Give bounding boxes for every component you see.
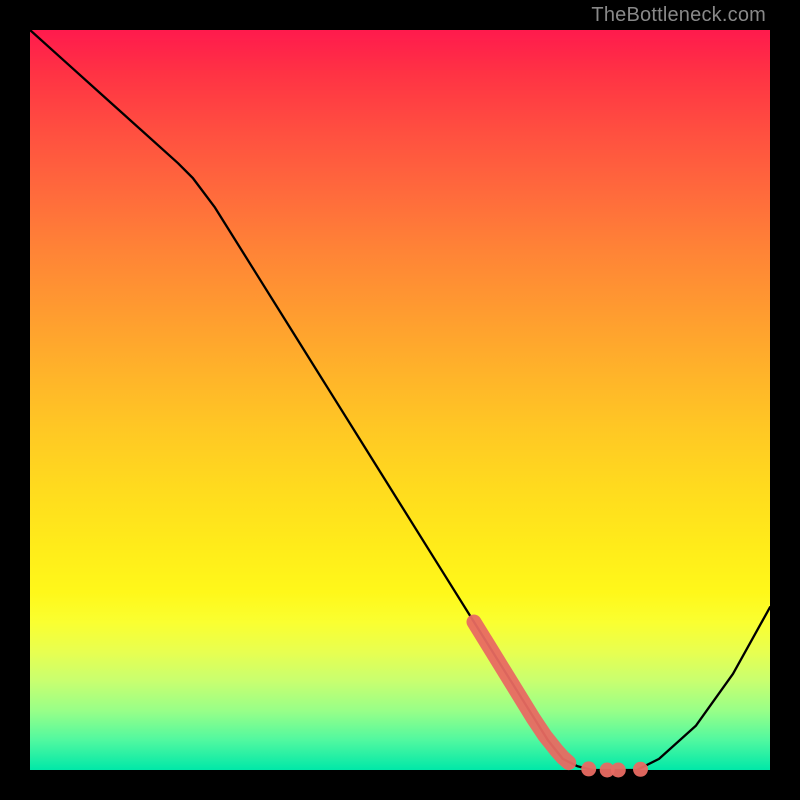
highlight-dot (611, 763, 626, 778)
watermark-text: TheBottleneck.com (591, 4, 766, 27)
highlight-segment-stroke (474, 622, 569, 763)
highlight-flat-dots (581, 761, 648, 777)
highlight-segment (474, 622, 569, 763)
chart-frame: TheBottleneck.com (0, 0, 800, 800)
bottleneck-curve (30, 30, 770, 770)
plot-area (30, 30, 770, 770)
curve-layer (30, 30, 770, 770)
highlight-dot (581, 761, 596, 776)
highlight-dot (633, 762, 648, 777)
